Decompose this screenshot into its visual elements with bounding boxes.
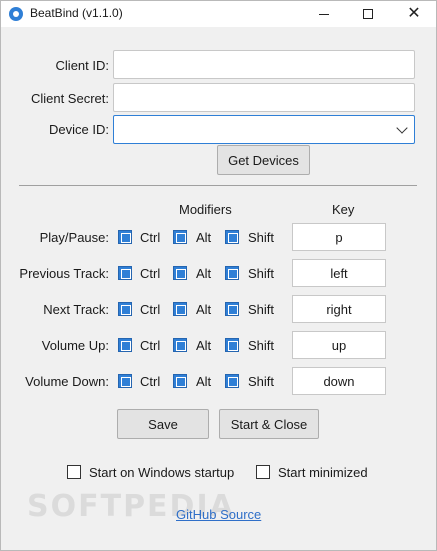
startup-label: Start on Windows startup bbox=[89, 465, 235, 480]
key-input-next-track[interactable]: right bbox=[292, 295, 386, 323]
shift-label: Shift bbox=[248, 302, 275, 317]
modifiers-header: Modifiers bbox=[179, 202, 232, 217]
device-id-select[interactable] bbox=[113, 115, 415, 144]
minimize-button[interactable] bbox=[301, 1, 347, 27]
shift-label: Shift bbox=[248, 338, 275, 353]
ctrl-checkbox[interactable] bbox=[118, 266, 132, 280]
alt-label: Alt bbox=[196, 338, 212, 353]
save-button[interactable]: Save bbox=[117, 409, 209, 439]
ctrl-label: Ctrl bbox=[140, 266, 161, 281]
hotkey-label-play-pause: Play/Pause: bbox=[39, 230, 109, 245]
shift-label: Shift bbox=[248, 266, 275, 281]
shift-label: Shift bbox=[248, 374, 275, 389]
app-window: BeatBind (v1.1.0) ✕ Client ID: Client Se… bbox=[0, 0, 437, 551]
get-devices-button[interactable]: Get Devices bbox=[217, 145, 310, 175]
hotkey-label-previous-track: Previous Track: bbox=[19, 266, 109, 281]
hotkey-label-volume-up: Volume Up: bbox=[41, 338, 109, 353]
start-close-button[interactable]: Start & Close bbox=[219, 409, 319, 439]
client-secret-label: Client Secret: bbox=[30, 91, 109, 106]
title-bar[interactable]: BeatBind (v1.1.0) ✕ bbox=[1, 1, 436, 27]
chevron-down-icon bbox=[396, 122, 408, 134]
client-secret-field[interactable] bbox=[113, 83, 415, 112]
alt-checkbox[interactable] bbox=[173, 266, 187, 280]
alt-label: Alt bbox=[196, 302, 212, 317]
github-source-link[interactable]: GitHub Source bbox=[176, 507, 261, 522]
shift-checkbox[interactable] bbox=[225, 338, 239, 352]
alt-checkbox[interactable] bbox=[173, 302, 187, 316]
app-logo-icon bbox=[9, 7, 23, 21]
minimize-icon bbox=[319, 13, 329, 15]
key-header: Key bbox=[332, 202, 355, 217]
alt-checkbox[interactable] bbox=[173, 230, 187, 244]
ctrl-label: Ctrl bbox=[140, 230, 161, 245]
minimized-label: Start minimized bbox=[278, 465, 368, 480]
ctrl-checkbox[interactable] bbox=[118, 374, 132, 388]
alt-checkbox[interactable] bbox=[173, 374, 187, 388]
shift-checkbox[interactable] bbox=[225, 302, 239, 316]
shift-label: Shift bbox=[248, 230, 275, 245]
alt-checkbox[interactable] bbox=[173, 338, 187, 352]
alt-label: Alt bbox=[196, 266, 212, 281]
shift-checkbox[interactable] bbox=[225, 230, 239, 244]
key-input-volume-up[interactable]: up bbox=[292, 331, 386, 359]
hotkey-label-next-track: Next Track: bbox=[43, 302, 109, 317]
shift-checkbox[interactable] bbox=[225, 374, 239, 388]
window-title: BeatBind (v1.1.0) bbox=[30, 6, 123, 20]
client-id-label: Client ID: bbox=[55, 58, 109, 73]
maximize-button[interactable] bbox=[345, 1, 391, 27]
startup-checkbox[interactable] bbox=[67, 465, 81, 479]
maximize-icon bbox=[363, 9, 373, 19]
alt-label: Alt bbox=[196, 230, 212, 245]
ctrl-label: Ctrl bbox=[140, 374, 161, 389]
close-button[interactable]: ✕ bbox=[391, 1, 437, 27]
ctrl-checkbox[interactable] bbox=[118, 302, 132, 316]
close-icon: ✕ bbox=[407, 5, 421, 22]
shift-checkbox[interactable] bbox=[225, 266, 239, 280]
ctrl-checkbox[interactable] bbox=[118, 338, 132, 352]
ctrl-label: Ctrl bbox=[140, 302, 161, 317]
key-input-volume-down[interactable]: down bbox=[292, 367, 386, 395]
key-input-play-pause[interactable]: p bbox=[292, 223, 386, 251]
client-id-field[interactable] bbox=[113, 50, 415, 79]
ctrl-label: Ctrl bbox=[140, 338, 161, 353]
hotkey-label-volume-down: Volume Down: bbox=[25, 374, 109, 389]
key-input-previous-track[interactable]: left bbox=[292, 259, 386, 287]
device-id-label: Device ID: bbox=[49, 122, 109, 137]
ctrl-checkbox[interactable] bbox=[118, 230, 132, 244]
alt-label: Alt bbox=[196, 374, 212, 389]
section-divider bbox=[19, 185, 417, 186]
minimized-checkbox[interactable] bbox=[256, 465, 270, 479]
